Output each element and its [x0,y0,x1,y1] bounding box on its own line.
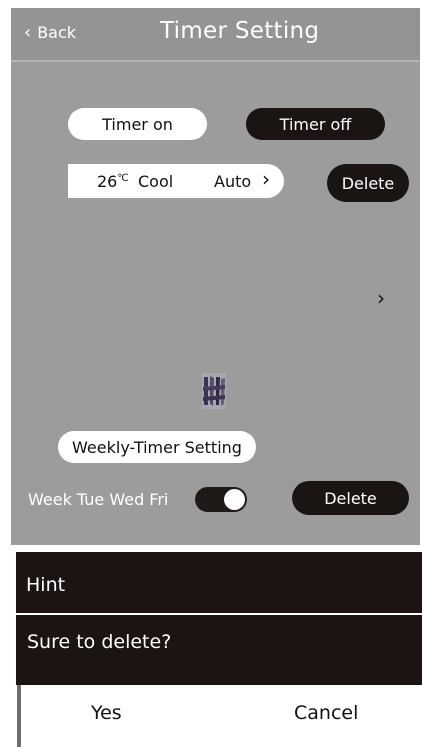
yes-button[interactable]: Yes [91,702,122,724]
timer-setting-screen: ‹ Back Timer Setting Timer on Timer off … [11,8,420,545]
chevron-left-icon: ‹ [24,21,32,43]
chevron-right-icon: › [262,167,270,191]
delete-button-top[interactable]: Delete [327,164,409,202]
weekly-timer-setting-button[interactable]: Weekly-Timer Setting [58,431,256,463]
timer-setting-row[interactable]: 26℃ Cool Auto › [68,164,284,198]
fan-value: Auto [214,171,252,191]
header-bar: ‹ Back Timer Setting [11,8,420,62]
page-title: Timer Setting [160,18,320,44]
dialog-header: Hint [16,552,422,613]
dialog-buttons: Yes Cancel [16,685,422,747]
chevron-right-icon[interactable]: › [377,286,385,310]
tab-timer-on[interactable]: Timer on [68,108,207,140]
delete-button-bottom[interactable]: Delete [292,481,409,515]
dialog-message: Sure to delete? [27,631,172,653]
back-button[interactable]: ‹ Back [24,23,76,42]
weekly-timer-toggle[interactable] [195,487,247,512]
toggle-knob [224,489,245,510]
tab-timer-off[interactable]: Timer off [246,108,385,140]
garbled-glyph-icon [202,373,226,409]
dialog-left-rule [17,685,21,747]
dialog-title: Hint [26,574,66,596]
back-label: Back [37,23,77,42]
confirm-dialog: Hint Sure to delete? Yes Cancel [16,552,422,747]
week-days-label: Week Tue Wed Fri [28,490,169,509]
temperature-value: 26℃ [97,171,129,191]
dialog-body: Sure to delete? [16,615,422,685]
temperature-unit: ℃ [117,172,129,184]
cancel-button[interactable]: Cancel [294,702,358,724]
mode-value: Cool [138,171,174,191]
